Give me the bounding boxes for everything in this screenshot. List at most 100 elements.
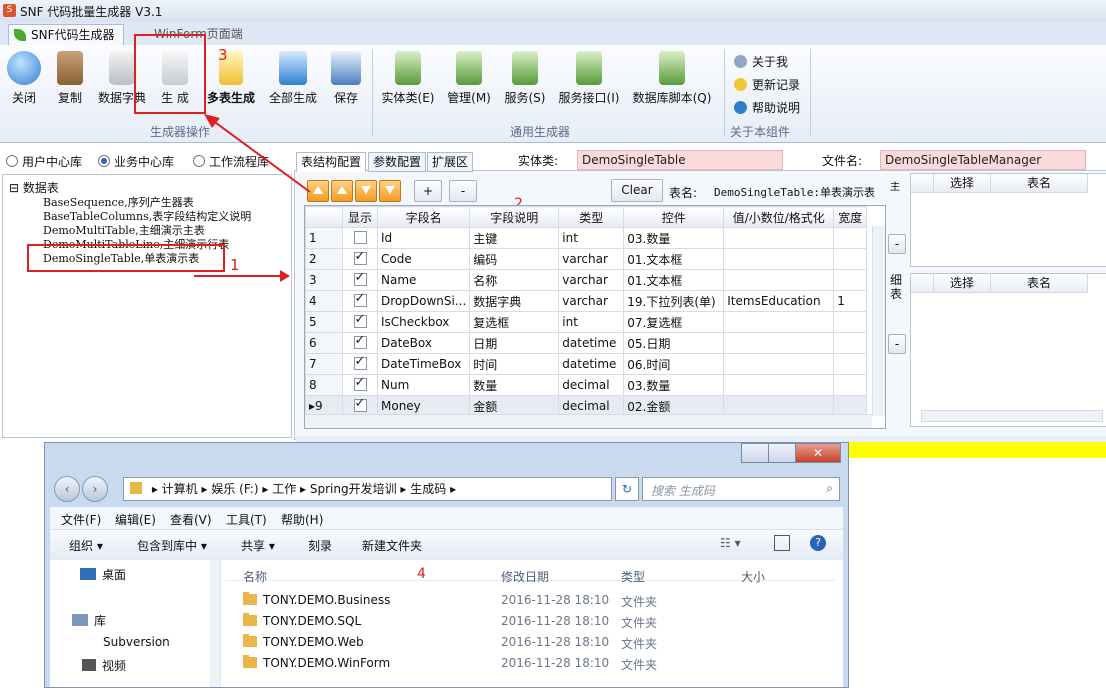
checkbox[interactable] [353, 397, 367, 412]
db-script-button[interactable]: 数据库脚本(Q) [630, 51, 714, 106]
table-row[interactable]: 3 Name名称varchar01.文本框 [305, 269, 868, 291]
address-bar[interactable]: ▸ 计算机 ▸ 娱乐 (F:) ▸ 工作 ▸ Spring开发培训 ▸ 生成码 … [123, 477, 612, 501]
service-button[interactable]: 服务(S) [502, 51, 548, 106]
service-interface-button[interactable]: 服务接口(I) [556, 51, 622, 106]
file-row[interactable]: TONY.DEMO.Web 2016-11-28 18:10 文件夹 [225, 632, 825, 652]
checkbox[interactable] [353, 376, 367, 391]
column-header[interactable]: 字段说明 [469, 206, 560, 228]
field-desc-cell[interactable]: 数据字典 [469, 290, 560, 312]
field-desc-cell[interactable]: 时间 [469, 353, 560, 375]
column-name[interactable]: 名称 [243, 568, 267, 585]
table-row[interactable]: 8 Num数量decimal03.数量 [305, 374, 868, 396]
table-row[interactable]: 1 Id 主键 int 03.数量 [305, 227, 868, 249]
field-name-cell[interactable]: Num [376, 374, 471, 396]
control-cell[interactable]: 05.日期 [623, 332, 725, 354]
view-options-icon[interactable]: ☷ ▾ [720, 536, 741, 550]
format-cell[interactable] [723, 248, 835, 270]
field-name-cell[interactable]: Name [376, 269, 471, 291]
multi-table-generate-button[interactable]: 多表生成 [202, 51, 260, 106]
file-name-input[interactable]: DemoSingleTableManager [880, 150, 1086, 170]
field-type-cell[interactable]: int [558, 227, 625, 249]
remove-main-button[interactable]: - [888, 234, 906, 254]
show-checkbox[interactable] [342, 374, 378, 396]
menu-view[interactable]: 查看(V) [170, 511, 212, 528]
burn-button[interactable]: 刻录 [308, 537, 332, 554]
field-desc-cell[interactable]: 名称 [469, 269, 560, 291]
field-name-cell[interactable]: DropDownSi... [376, 290, 471, 312]
width-cell[interactable] [833, 353, 868, 375]
column-header[interactable]: 表名 [991, 274, 1088, 293]
control-cell[interactable]: 07.复选框 [623, 311, 725, 333]
column-header[interactable]: 选择 [934, 274, 991, 293]
checkbox[interactable] [353, 230, 367, 244]
search-box[interactable]: 搜索 生成码 ⌕ [642, 477, 840, 501]
grid-vertical-scrollbar[interactable] [872, 226, 885, 416]
field-type-cell[interactable]: int [558, 311, 625, 333]
format-cell[interactable] [723, 311, 835, 333]
field-name-cell[interactable]: IsCheckbox [376, 311, 471, 333]
show-checkbox[interactable] [342, 290, 378, 312]
control-cell[interactable]: 06.时间 [623, 353, 725, 375]
show-checkbox[interactable] [342, 227, 378, 249]
help-item[interactable]: 帮助说明 [734, 99, 800, 116]
control-cell[interactable]: 03.数量 [623, 374, 725, 396]
menu-file[interactable]: 文件(F) [61, 511, 101, 528]
move-bottom-button[interactable] [379, 180, 401, 202]
crumb[interactable]: Spring开发培训 [310, 482, 397, 496]
width-cell[interactable] [833, 227, 868, 249]
nav-subversion[interactable]: Subversion [103, 635, 170, 649]
show-checkbox[interactable] [342, 248, 378, 270]
table-row[interactable]: 6 DateBox日期datetime05.日期 [305, 332, 868, 354]
format-cell[interactable] [723, 332, 835, 354]
column-header[interactable]: 选择 [934, 174, 991, 193]
copy-button[interactable]: 复制 [52, 51, 88, 106]
crumb[interactable]: 工作 [272, 482, 296, 496]
remove-detail-button[interactable]: - [888, 334, 906, 354]
column-type[interactable]: 类型 [621, 568, 645, 585]
generate-all-button[interactable]: 全部生成 [266, 51, 320, 106]
crumb[interactable]: 娱乐 (F:) [211, 482, 258, 496]
format-cell[interactable] [723, 227, 835, 249]
table-row[interactable]: 5 IsCheckbox复选框int07.复选框 [305, 311, 868, 333]
entity-class-input[interactable]: DemoSingleTable [577, 150, 783, 170]
file-row[interactable]: TONY.DEMO.Business 2016-11-28 18:10 文件夹 [225, 590, 825, 610]
tab-parameters[interactable]: 参数配置 [368, 152, 427, 172]
field-desc-cell[interactable]: 复选框 [469, 311, 560, 333]
radio-business-center[interactable]: 业务中心库 [98, 153, 174, 170]
organize-button[interactable]: 组织 ▾ [69, 537, 103, 554]
show-checkbox[interactable] [342, 311, 378, 333]
help-icon[interactable]: ? [810, 535, 826, 551]
crumb[interactable]: 生成码 [410, 482, 446, 496]
column-header[interactable]: 控件 [623, 206, 725, 228]
maximize-button[interactable] [768, 443, 796, 463]
checkbox[interactable] [353, 250, 367, 265]
control-cell[interactable]: 01.文本框 [623, 269, 725, 291]
field-desc-cell[interactable]: 主键 [469, 227, 560, 249]
close-button[interactable]: 关闭 [6, 51, 42, 106]
format-cell[interactable] [723, 269, 835, 291]
nav-videos[interactable]: 视频 [82, 657, 126, 674]
nav-desktop[interactable]: 桌面 [80, 566, 126, 583]
move-up-button[interactable] [331, 180, 353, 202]
field-desc-cell[interactable]: 日期 [469, 332, 560, 354]
field-name-cell[interactable]: Code [376, 248, 471, 270]
menu-help[interactable]: 帮助(H) [281, 511, 323, 528]
detail-horizontal-scrollbar[interactable] [921, 410, 1103, 422]
file-row[interactable]: TONY.DEMO.SQL 2016-11-28 18:10 文件夹 [225, 611, 825, 631]
field-name-cell[interactable]: Id [376, 227, 471, 249]
field-name-cell[interactable]: DateBox [376, 332, 471, 354]
nav-library[interactable]: 库 [72, 612, 106, 629]
tab-snf-generator[interactable]: SNF代码生成器 [8, 24, 124, 46]
checkbox[interactable] [353, 271, 367, 286]
field-name-cell[interactable]: DateTimeBox [376, 353, 471, 375]
include-library-button[interactable]: 包含到库中 ▾ [137, 537, 207, 554]
width-cell[interactable]: 1 [833, 290, 868, 312]
format-cell[interactable] [723, 374, 835, 396]
column-header[interactable]: 值/小数位/格式化 [723, 206, 835, 228]
table-row[interactable]: 2 Code编码varchar01.文本框 [305, 248, 868, 270]
save-button[interactable]: 保存 [328, 51, 364, 106]
radio-user-center[interactable]: 用户中心库 [6, 153, 82, 170]
column-header[interactable]: 类型 [558, 206, 625, 228]
width-cell[interactable] [833, 374, 868, 396]
clear-button[interactable]: Clear [611, 179, 663, 202]
